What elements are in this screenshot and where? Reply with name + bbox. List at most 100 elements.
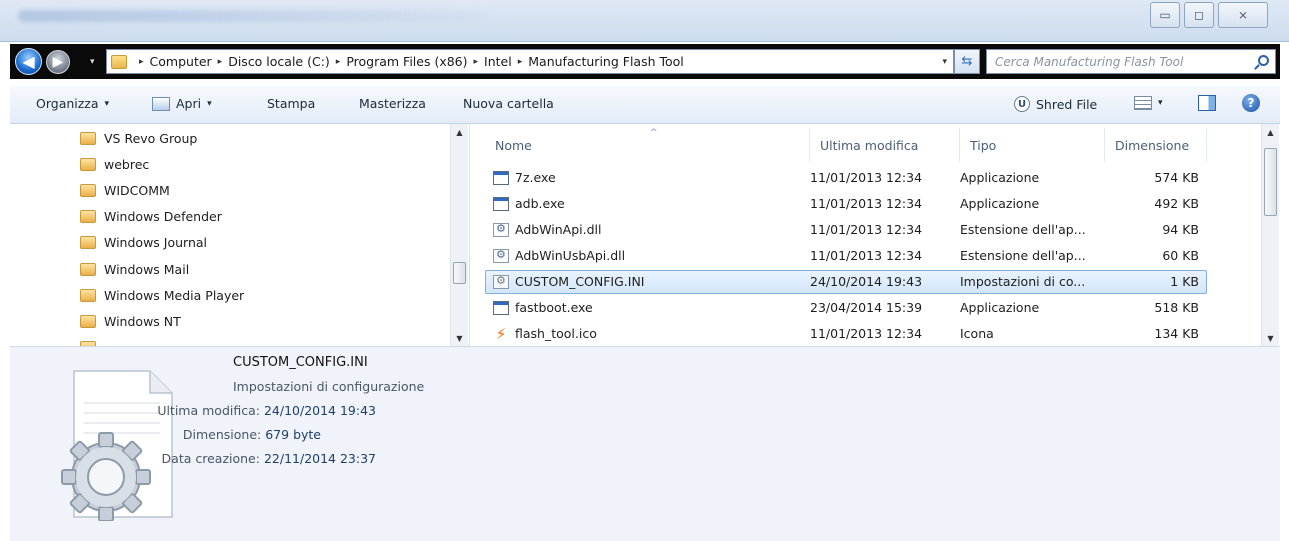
breadcrumb[interactable]: ▸ Computer ▸ Disco locale (C:) ▸ Program… [106,49,954,74]
file-modified: 23/04/2014 15:39 [810,300,923,315]
apri-button[interactable]: Apri ▾ [152,96,212,111]
masterizza-button[interactable]: Masterizza [359,96,426,111]
file-type: Applicazione [960,196,1040,211]
breadcrumb-separator-icon[interactable]: ▸ [518,57,523,67]
search-input[interactable]: Cerca Manufacturing Flash Tool [986,49,1276,74]
stampa-button[interactable]: Stampa [267,96,315,111]
chevron-down-icon: ▾ [207,98,212,109]
scroll-up-icon[interactable]: ▲ [451,124,468,140]
table-row[interactable]: AdbWinUsbApi.dll 11/01/2013 12:34 Estens… [485,244,1207,268]
table-row-selected[interactable]: CUSTOM_CONFIG.INI 24/10/2014 19:43 Impos… [485,270,1207,294]
flash-lightning-icon: ⚡ [495,324,507,343]
scroll-up-icon[interactable]: ▲ [1262,124,1279,140]
organizza-button[interactable]: Organizza ▾ [36,96,109,111]
tree-item-webrec[interactable]: webrec [80,152,149,176]
breadcrumb-separator-icon[interactable]: ▸ [474,57,479,67]
tree-item-label: webrec [104,156,150,172]
address-dropdown-icon[interactable]: ▾ [942,57,947,67]
view-list-icon [1134,96,1152,110]
file-modified: 11/01/2013 12:34 [810,222,923,237]
folder-icon [80,209,96,223]
table-row[interactable]: AdbWinApi.dll 11/01/2013 12:34 Estension… [485,218,1207,242]
breadcrumb-item-computer[interactable]: Computer [150,54,212,69]
details-file-type: Impostazioni di configurazione [233,379,425,394]
tree-item-label: VS Revo Group [104,130,198,146]
table-row[interactable]: ⚡ flash_tool.ico 11/01/2013 12:34 Icona 1… [485,322,1207,346]
scroll-thumb[interactable] [453,262,466,284]
tree-item-windows-defender[interactable]: Windows Defender [80,204,222,228]
forward-button[interactable]: ▶ [46,50,70,74]
change-view-button[interactable]: ▾ [1134,96,1163,110]
column-header-name[interactable]: ^ Nome [485,128,810,162]
details-size-row: Dimensione: 679 byte [10,427,376,445]
file-name: 7z.exe [515,170,556,185]
search-placeholder: Cerca Manufacturing Flash Tool [995,54,1184,69]
table-row[interactable]: fastboot.exe 23/04/2014 15:39 Applicazio… [485,296,1207,320]
details-modified-row: Ultima modifica: 24/10/2014 19:43 [10,403,376,421]
column-header-size[interactable]: Dimensione [1105,128,1207,162]
maximize-button[interactable]: ◻ [1184,2,1214,28]
recent-pages-dropdown[interactable]: ▾ [90,57,95,67]
file-name: fastboot.exe [515,300,593,315]
file-size: 94 KB [1162,222,1199,237]
tree-item-windows-nt[interactable]: Windows NT [80,309,181,333]
exe-icon [493,300,509,315]
column-header-label: Nome [495,137,532,153]
refresh-button[interactable]: ⇆ [954,49,980,74]
minimize-button[interactable]: ▭ [1150,2,1180,28]
nav-scrollbar[interactable]: ▲ ▼ [450,124,468,346]
breadcrumb-item-intel[interactable]: Intel [484,54,512,69]
file-list[interactable]: ^ Nome Ultima modifica Tipo Dimensione 7… [475,124,1280,346]
help-icon[interactable]: ? [1242,94,1260,112]
tree-item-vs-revo-group[interactable]: VS Revo Group [80,126,197,150]
file-type: Estensione dell'ap... [960,248,1086,263]
file-name: AdbWinApi.dll [515,222,602,237]
search-icon[interactable] [1258,55,1269,66]
file-name: adb.exe [515,196,565,211]
column-header-label: Ultima modifica [820,137,919,153]
close-button[interactable]: ⨯ [1218,2,1268,28]
tree-item-label: Windows Defender [104,208,222,224]
breadcrumb-item-manufacturing-flash-tool[interactable]: Manufacturing Flash Tool [528,54,684,69]
nuova-cartella-button[interactable]: Nuova cartella [463,96,554,111]
file-list-scrollbar[interactable]: ▲ ▼ [1261,124,1279,346]
tree-item-windows-media-player[interactable]: Windows Media Player [80,283,244,307]
details-pane: CUSTOM_CONFIG.INI Impostazioni di config… [10,346,1280,541]
details-created-value[interactable]: 22/11/2014 23:37 [264,451,376,466]
breadcrumb-item-program-files[interactable]: Program Files (x86) [346,54,467,69]
file-size: 518 KB [1154,300,1199,315]
navigation-pane[interactable]: VS Revo Group webrec WIDCOMM Windows Def… [10,124,470,346]
back-button[interactable]: ◀ [15,48,42,75]
column-header-modified[interactable]: Ultima modifica [810,128,960,162]
file-type: Applicazione [960,300,1040,315]
table-row[interactable]: adb.exe 11/01/2013 12:34 Applicazione 49… [485,192,1207,216]
close-icon: ⨯ [1237,8,1249,22]
tree-item-widcomm[interactable]: WIDCOMM [80,178,170,202]
scroll-down-icon[interactable]: ▼ [1262,330,1279,346]
file-size: 1 KB [1170,274,1199,289]
preview-pane-icon[interactable] [1198,95,1216,111]
file-type: Estensione dell'ap... [960,222,1086,237]
tree-item-label: Windows NT [104,313,181,329]
shred-file-button[interactable]: U Shred File [1014,96,1097,112]
tree-item-windows-journal[interactable]: Windows Journal [80,230,207,254]
file-name: AdbWinUsbApi.dll [515,248,626,263]
column-header-type[interactable]: Tipo [960,128,1105,162]
chevron-down-icon: ▾ [104,98,110,109]
details-modified-value[interactable]: 24/10/2014 19:43 [264,403,376,418]
breadcrumb-separator-icon[interactable]: ▸ [336,57,341,67]
folder-icon [80,157,96,171]
breadcrumb-separator-icon[interactable]: ▸ [139,57,144,67]
notepad-icon [152,96,170,111]
table-row[interactable]: 7z.exe 11/01/2013 12:34 Applicazione 574… [485,166,1207,190]
file-name: flash_tool.ico [515,326,597,341]
scroll-thumb[interactable] [1264,148,1277,216]
shred-file-label: Shred File [1036,96,1098,112]
scroll-down-icon[interactable]: ▼ [451,330,468,346]
tree-item-windows-mail[interactable]: Windows Mail [80,257,189,281]
tree-item-partial[interactable] [80,335,104,346]
details-size-label: Dimensione: [182,427,262,442]
breadcrumb-separator-icon[interactable]: ▸ [218,57,223,67]
command-bar: Organizza ▾ Apri ▾ Stampa Masterizza Nuo… [10,86,1280,124]
breadcrumb-item-disco-locale[interactable]: Disco locale (C:) [228,54,330,69]
